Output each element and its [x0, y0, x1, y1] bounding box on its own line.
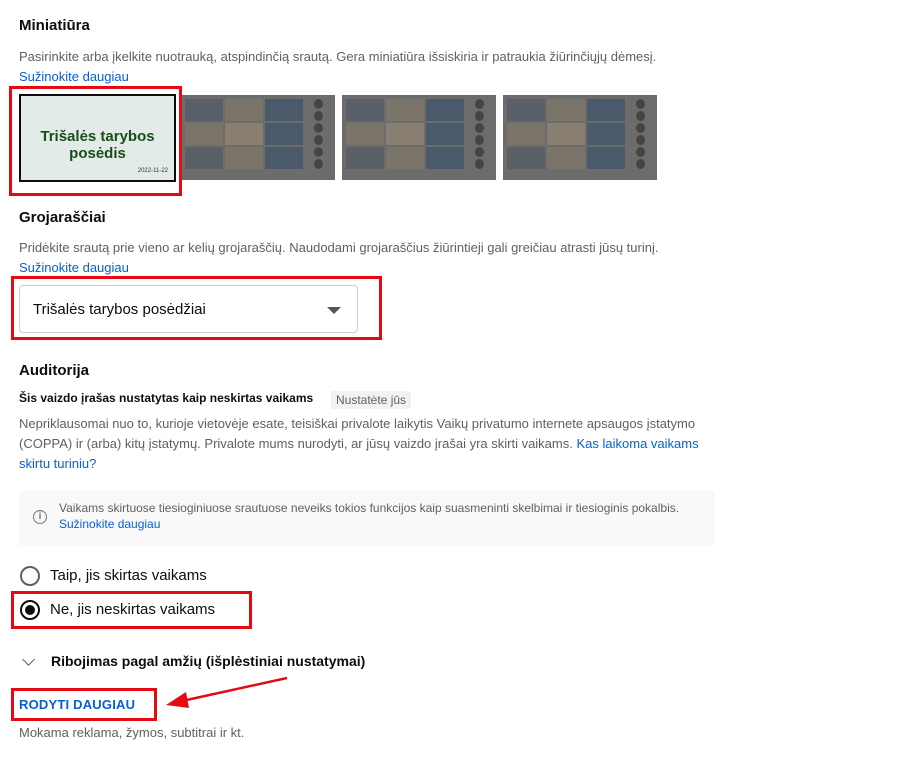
radio-made-for-kids-no[interactable] — [20, 600, 40, 620]
show-more-button[interactable]: RODYTI DAUGIAU — [19, 697, 135, 712]
info-learn-more-link[interactable]: Sužinokite daugiau — [59, 517, 160, 531]
thumbnail-heading: Miniatiūra — [19, 17, 90, 34]
info-notice-text: Vaikams skirtuose tiesioginiuose srautuo… — [59, 501, 680, 515]
playlist-dropdown-value: Trišalės tarybos posėdžiai — [33, 301, 206, 318]
thumbnail-option-3[interactable] — [342, 95, 496, 180]
playlists-description: Pridėkite srautą prie vieno ar kelių gro… — [19, 240, 659, 255]
thumbnail-option-selected[interactable]: Trišalės tarybos posėdis 2022-11-22 — [19, 94, 176, 182]
radio-label-yes[interactable]: Taip, jis skirtas vaikams — [50, 567, 207, 584]
info-notice-text-block: Vaikams skirtuose tiesioginiuose srautuo… — [59, 500, 689, 532]
playlists-learn-more-link[interactable]: Sužinokite daugiau — [19, 258, 129, 278]
radio-label-no[interactable]: Ne, jis neskirtas vaikams — [50, 601, 215, 618]
radio-made-for-kids-yes[interactable] — [20, 566, 40, 586]
info-notice: i Vaikams skirtuose tiesioginiuose sraut… — [19, 490, 715, 546]
annotation-arrow-icon — [166, 676, 288, 708]
thumbnail-option-2[interactable] — [181, 95, 335, 180]
chevron-down-icon[interactable] — [22, 653, 35, 666]
audience-description: Nepriklausomai nuo to, kurioje vietovėje… — [19, 414, 709, 474]
caret-down-icon — [327, 307, 341, 314]
thumbnail-title-text: Trišalės tarybos posėdis — [40, 128, 155, 162]
thumbnail-option-4[interactable] — [503, 95, 657, 180]
info-icon: i — [33, 510, 47, 524]
thumbnail-description: Pasirinkite arba įkelkite nuotrauką, ats… — [19, 49, 657, 64]
playlists-heading: Grojaraščiai — [19, 209, 106, 226]
audience-set-by-badge: Nustatėte jūs — [331, 391, 412, 409]
age-restriction-toggle[interactable]: Ribojimas pagal amžių (išplėstiniai nust… — [51, 653, 365, 669]
thumbnail-learn-more-link[interactable]: Sužinokite daugiau — [19, 67, 129, 87]
audience-status: Šis vaizdo įrašas nustatytas kaip neskir… — [19, 391, 314, 405]
thumbnail-date-text: 2022-11-22 — [137, 168, 168, 174]
show-more-note: Mokama reklama, žymos, subtitrai ir kt. — [19, 725, 245, 740]
audience-heading: Auditorija — [19, 362, 89, 379]
playlist-dropdown[interactable]: Trišalės tarybos posėdžiai — [19, 285, 358, 333]
